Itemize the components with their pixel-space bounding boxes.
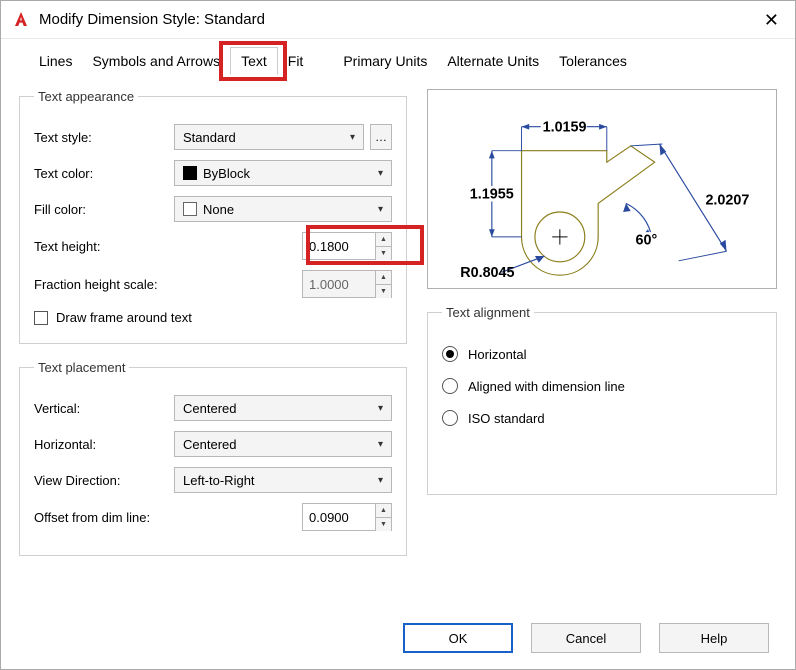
- spinner-down-icon[interactable]: ▼: [376, 247, 391, 260]
- tab-fit[interactable]: Fit: [278, 47, 314, 75]
- group-text-alignment: Text alignment Horizontal Aligned with d…: [427, 305, 777, 495]
- dimension-preview: 1.0159 1.1955: [427, 89, 777, 289]
- chevron-down-icon: ▾: [378, 204, 383, 215]
- close-icon[interactable]: ✕: [758, 11, 785, 29]
- dropdown-view-direction-value: Left-to-Right: [183, 473, 255, 488]
- label-text-color: Text color:: [34, 166, 174, 181]
- spinner-fraction-scale: 1.0000 ▲ ▼: [302, 270, 392, 298]
- color-swatch-black: [183, 166, 197, 180]
- chevron-down-icon: ▾: [378, 475, 383, 486]
- dropdown-horizontal[interactable]: Centered ▾: [174, 431, 392, 457]
- title-bar: Modify Dimension Style: Standard ✕: [1, 1, 795, 39]
- spinner-up-icon[interactable]: ▲: [376, 504, 391, 518]
- radio-iso-label: ISO standard: [468, 411, 545, 426]
- radio-icon: [442, 410, 458, 426]
- dialog-window: Modify Dimension Style: Standard ✕ Lines…: [0, 0, 796, 670]
- cancel-button[interactable]: Cancel: [531, 623, 641, 653]
- text-style-ellipsis-button[interactable]: …: [370, 124, 392, 150]
- dropdown-vertical[interactable]: Centered ▾: [174, 395, 392, 421]
- dropdown-vertical-value: Centered: [183, 401, 236, 416]
- tab-symbols-arrows[interactable]: Symbols and Arrows: [82, 47, 230, 75]
- group-text-placement: Text placement Vertical: Centered ▾ Hori…: [19, 360, 407, 556]
- checkbox-draw-frame[interactable]: Draw frame around text: [34, 310, 392, 325]
- label-view-direction: View Direction:: [34, 473, 174, 488]
- dialog-content: Lines Symbols and Arrows Text Fit Primar…: [1, 39, 795, 582]
- radio-icon: [442, 378, 458, 394]
- radio-horizontal-label: Horizontal: [468, 347, 527, 362]
- radio-horizontal[interactable]: Horizontal: [442, 346, 762, 362]
- preview-dim-radius: R0.8045: [460, 265, 514, 280]
- spinner-text-height[interactable]: 0.1800 ▲ ▼: [302, 232, 392, 260]
- tab-tolerances[interactable]: Tolerances: [549, 47, 637, 75]
- tab-lines[interactable]: Lines: [29, 47, 82, 75]
- dropdown-horizontal-value: Centered: [183, 437, 236, 452]
- spinner-offset-value[interactable]: 0.0900: [303, 504, 375, 530]
- spinner-up-icon: ▲: [376, 271, 391, 285]
- ok-button[interactable]: OK: [403, 623, 513, 653]
- group-text-appearance: Text appearance Text style: Standard ▾ …: [19, 89, 407, 344]
- legend-text-alignment: Text alignment: [442, 305, 534, 320]
- dropdown-text-color-value: ByBlock: [203, 166, 250, 181]
- dropdown-view-direction[interactable]: Left-to-Right ▾: [174, 467, 392, 493]
- tabstrip: Lines Symbols and Arrows Text Fit Primar…: [19, 47, 777, 75]
- tab-alternate-units[interactable]: Alternate Units: [437, 47, 549, 75]
- preview-dim-angle: 60°: [636, 233, 658, 249]
- tab-primary-units[interactable]: Primary Units: [333, 47, 437, 75]
- chevron-down-icon: ▾: [378, 439, 383, 450]
- dialog-button-bar: OK Cancel Help: [403, 623, 769, 653]
- checkbox-draw-frame-label: Draw frame around text: [56, 310, 192, 325]
- dialog-title: Modify Dimension Style: Standard: [39, 11, 758, 28]
- spinner-fraction-scale-value: 1.0000: [303, 271, 375, 297]
- preview-dim-right: 2.0207: [705, 192, 749, 208]
- spinner-offset[interactable]: 0.0900 ▲ ▼: [302, 503, 392, 531]
- dropdown-text-color[interactable]: ByBlock ▾: [174, 160, 392, 186]
- tab-text[interactable]: Text: [230, 47, 278, 75]
- label-vertical: Vertical:: [34, 401, 174, 416]
- chevron-down-icon: ▾: [378, 168, 383, 179]
- dropdown-text-style-value: Standard: [183, 130, 236, 145]
- label-horizontal: Horizontal:: [34, 437, 174, 452]
- preview-dim-left: 1.1955: [470, 187, 514, 203]
- radio-icon: [442, 346, 458, 362]
- chevron-down-icon: ▾: [378, 403, 383, 414]
- label-text-style: Text style:: [34, 130, 174, 145]
- help-button[interactable]: Help: [659, 623, 769, 653]
- spinner-down-icon: ▼: [376, 285, 391, 298]
- spinner-up-icon[interactable]: ▲: [376, 233, 391, 247]
- radio-aligned-label: Aligned with dimension line: [468, 379, 625, 394]
- label-fraction-scale: Fraction height scale:: [34, 277, 204, 292]
- ellipsis-icon: …: [375, 130, 387, 144]
- label-fill-color: Fill color:: [34, 202, 174, 217]
- spinner-down-icon[interactable]: ▼: [376, 518, 391, 531]
- radio-aligned[interactable]: Aligned with dimension line: [442, 378, 762, 394]
- legend-text-appearance: Text appearance: [34, 89, 138, 104]
- dropdown-fill-color-value: None: [203, 202, 234, 217]
- checkbox-box-icon: [34, 311, 48, 325]
- dropdown-text-style[interactable]: Standard ▾: [174, 124, 364, 150]
- chevron-down-icon: ▾: [350, 132, 355, 143]
- app-icon: [11, 10, 31, 30]
- legend-text-placement: Text placement: [34, 360, 129, 375]
- dropdown-fill-color[interactable]: None ▾: [174, 196, 392, 222]
- radio-iso[interactable]: ISO standard: [442, 410, 762, 426]
- label-text-height: Text height:: [34, 239, 174, 254]
- preview-dim-top: 1.0159: [543, 120, 587, 136]
- spinner-text-height-value[interactable]: 0.1800: [303, 233, 375, 259]
- color-swatch-none: [183, 202, 197, 216]
- label-offset: Offset from dim line:: [34, 510, 204, 525]
